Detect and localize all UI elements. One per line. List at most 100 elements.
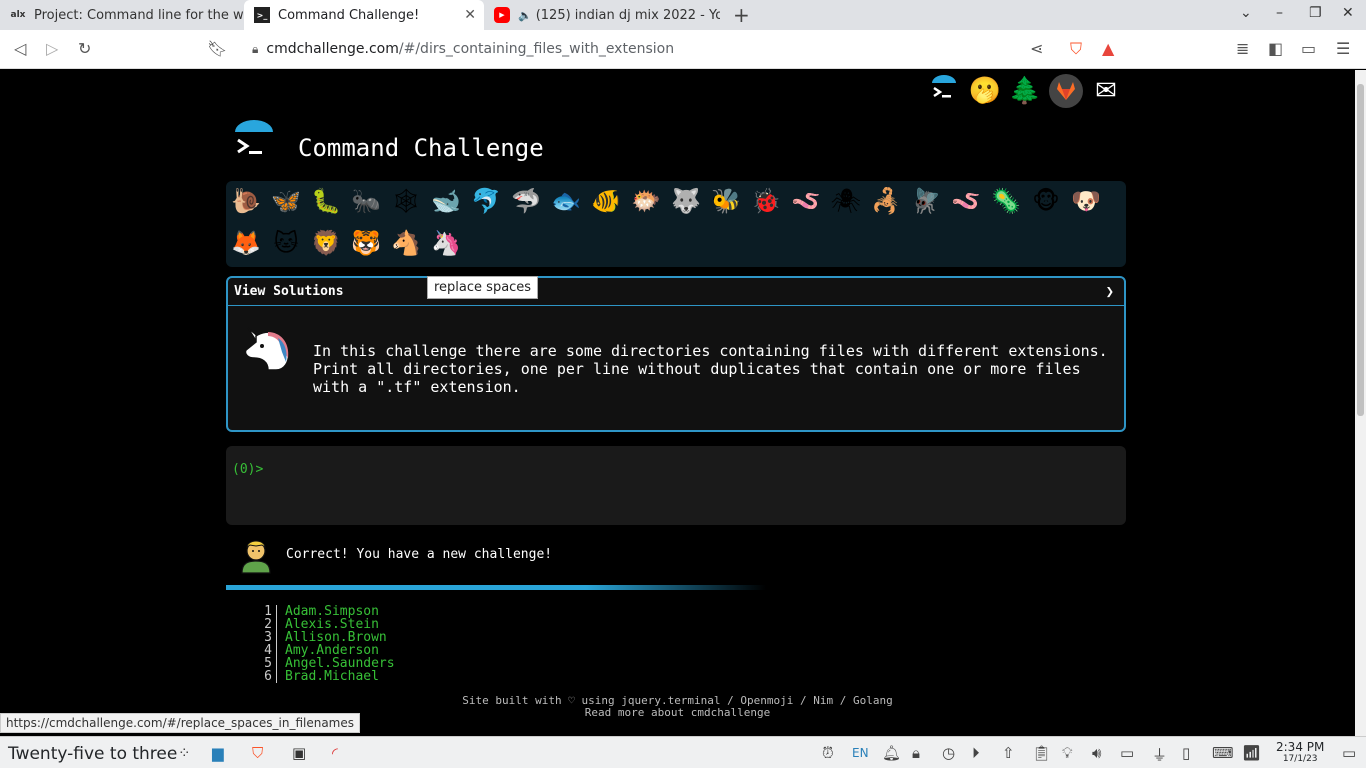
file-manager-icon[interactable]: ▆	[212, 744, 224, 762]
taskbar: Twenty-five to three ⁘ ▆ ⛉ ▣ ◜ ⏰︎ EN 🔔︎ …	[0, 736, 1366, 768]
language-indicator[interactable]: EN	[852, 746, 869, 760]
back-icon[interactable]: ◁	[14, 39, 26, 58]
show-desktop-icon[interactable]: ▭	[1342, 744, 1356, 762]
cmdchallenge-logo-icon[interactable]	[927, 74, 961, 108]
close-tab-icon[interactable]: ✕	[464, 7, 476, 23]
lightbulb-icon[interactable]: 💡︎	[1062, 744, 1073, 762]
alarm-icon[interactable]: ⏰︎	[822, 744, 834, 762]
tab-project[interactable]: alx Project: Command line for the win	[0, 0, 244, 30]
list-item: 6 Brad.Michael	[264, 669, 379, 684]
system-clock[interactable]: 2:34 PM 17/1/23	[1276, 740, 1324, 764]
minimize-icon[interactable]: –	[1276, 5, 1283, 21]
scrollbar[interactable]	[1355, 70, 1366, 736]
chevron-right-icon[interactable]: ❯	[1106, 284, 1114, 300]
keyboard-icon[interactable]: ⌨	[1212, 744, 1234, 762]
gitlab-icon[interactable]	[1049, 74, 1083, 108]
challenge-panel: View Solutions ❯ In this challenge there…	[226, 276, 1126, 432]
progress-bar	[226, 585, 1126, 590]
bee-icon[interactable]: 🐝	[710, 185, 742, 217]
dolphin-icon[interactable]: 🐬	[470, 185, 502, 217]
lock-screen-icon[interactable]: 🔒︎	[912, 744, 920, 762]
blowfish-icon[interactable]: 🐡	[630, 185, 662, 217]
monkey-icon[interactable]: 🐵	[1030, 185, 1062, 217]
shark-icon[interactable]: 🦈	[510, 185, 542, 217]
worm-icon[interactable]: 🪱	[790, 185, 822, 217]
clipboard-icon[interactable]: 📋︎	[1032, 744, 1051, 762]
wallet-icon[interactable]: ▭	[1301, 39, 1316, 58]
site-logo-icon	[231, 120, 277, 164]
snake-icon[interactable]: 🪱	[950, 185, 982, 217]
close-window-icon[interactable]: ✕	[1342, 5, 1354, 21]
wifi-icon[interactable]: 📶︎	[1242, 744, 1261, 762]
fuzzy-clock[interactable]: Twenty-five to three	[8, 744, 177, 764]
terminal-app-icon[interactable]: ▣	[292, 744, 306, 762]
tree-icon[interactable]: 🌲	[1008, 74, 1042, 108]
clock-icon[interactable]: ◷	[942, 744, 955, 762]
view-solutions-toggle[interactable]: View Solutions ❯	[228, 278, 1124, 306]
spider-web-icon[interactable]: 🕸	[390, 185, 422, 217]
usb-icon[interactable]: ⏚	[1152, 744, 1167, 765]
chevron-down-icon[interactable]: ⌄	[1240, 5, 1252, 21]
butterfly-icon[interactable]: 🦋	[270, 185, 302, 217]
reload-icon[interactable]: ↻	[78, 39, 91, 58]
address-bar[interactable]: 🔒︎ cmdchallenge.com/#/dirs_containing_fi…	[238, 34, 1130, 64]
tiger-icon[interactable]: 🐯	[350, 227, 382, 259]
wolf-icon[interactable]: 🐺	[670, 185, 702, 217]
spider-icon[interactable]: 🕷	[830, 185, 862, 217]
fly-icon[interactable]: 🪰	[910, 185, 942, 217]
restore-icon[interactable]: ❐	[1309, 5, 1322, 21]
battery-icon[interactable]: ▭	[1120, 744, 1134, 762]
tab-label: (125) indian dj mix 2022 - YouTube	[535, 7, 720, 23]
browser-toolbar: ◁ ▷ ↻ 🔖︎ 🔒︎ cmdchallenge.com/#/dirs_cont…	[0, 30, 1366, 69]
bookmark-icon[interactable]: 🔖︎	[207, 39, 227, 58]
tab-command-challenge[interactable]: >_ Command Challenge! ✕	[244, 0, 484, 30]
hint-emoji-icon[interactable]: 🫢	[968, 74, 1002, 108]
horse-icon[interactable]: 🐴	[390, 227, 422, 259]
alx-icon: alx	[10, 10, 26, 20]
pager-icon[interactable]: ⁘	[178, 744, 191, 762]
phone-icon[interactable]: ▯	[1182, 744, 1190, 762]
tab-youtube[interactable]: ▶ 🔈 (125) indian dj mix 2022 - YouTube	[484, 0, 720, 30]
notifications-icon[interactable]: 🔔︎	[882, 744, 901, 762]
new-tab-icon[interactable]: +	[733, 3, 750, 27]
forward-icon[interactable]: ▷	[46, 39, 58, 58]
email-icon[interactable]: ✉	[1089, 74, 1123, 108]
cat-icon[interactable]: 🐱	[270, 227, 302, 259]
scorpion-icon[interactable]: 🦂	[870, 185, 902, 217]
lion-icon[interactable]: 🦁	[310, 227, 342, 259]
scrollbar-thumb[interactable]	[1357, 84, 1364, 416]
updates-icon[interactable]: ⇧	[1002, 744, 1015, 762]
caterpillar-icon[interactable]: 🐛	[310, 185, 342, 217]
ant-icon[interactable]: 🐜	[350, 185, 382, 217]
terminal[interactable]: (0)>	[226, 446, 1126, 525]
microbe-icon[interactable]: 🦠	[990, 185, 1022, 217]
playlist-icon[interactable]: ≣	[1236, 39, 1249, 58]
fox-icon[interactable]: 🦊	[230, 227, 262, 259]
page: 🫢 🌲 ✉ Command Challenge 🐌 🦋 🐛 🐜 🕸 🐋 🐬 🦈 …	[0, 70, 1355, 736]
ladybug-icon[interactable]: 🐞	[750, 185, 782, 217]
brave-icon[interactable]: ⛉	[252, 744, 263, 762]
share-icon[interactable]: ⋖	[1030, 39, 1043, 58]
brave-shield-icon[interactable]: ⛉	[1070, 39, 1082, 59]
volume-icon[interactable]: 🔊︎	[1092, 744, 1101, 762]
fish-icon[interactable]: 🐟	[550, 185, 582, 217]
tropical-fish-icon[interactable]: 🐠	[590, 185, 622, 217]
sidebar-icon[interactable]: ◧	[1268, 39, 1283, 58]
status-link: https://cmdchallenge.com/#/replace_space…	[0, 713, 361, 733]
media-play-icon[interactable]: ⏵	[972, 744, 980, 762]
elf-icon	[238, 535, 274, 575]
view-solutions-label: View Solutions	[234, 284, 344, 299]
menu-icon[interactable]: ☰	[1336, 39, 1350, 58]
output-list: 1 Adam.Simpson 2 Alexis.Stein 3 Allison.Bro…	[258, 605, 395, 683]
dog-icon[interactable]: 🐶	[1070, 185, 1102, 217]
terminal-icon: >_	[254, 7, 270, 23]
app-icon[interactable]: ◜	[332, 744, 338, 762]
brave-rewards-icon[interactable]: ▲	[1102, 39, 1114, 58]
whale-icon[interactable]: 🐋	[430, 185, 462, 217]
page-title: Command Challenge	[298, 134, 544, 162]
tab-bar: alx Project: Command line for the win >_…	[0, 0, 1366, 30]
clock-time: 2:34 PM	[1276, 740, 1325, 754]
unicorn-icon[interactable]: 🦄	[430, 227, 462, 259]
result-message: Correct! You have a new challenge!	[286, 547, 553, 562]
snail-icon[interactable]: 🐌	[230, 185, 262, 217]
